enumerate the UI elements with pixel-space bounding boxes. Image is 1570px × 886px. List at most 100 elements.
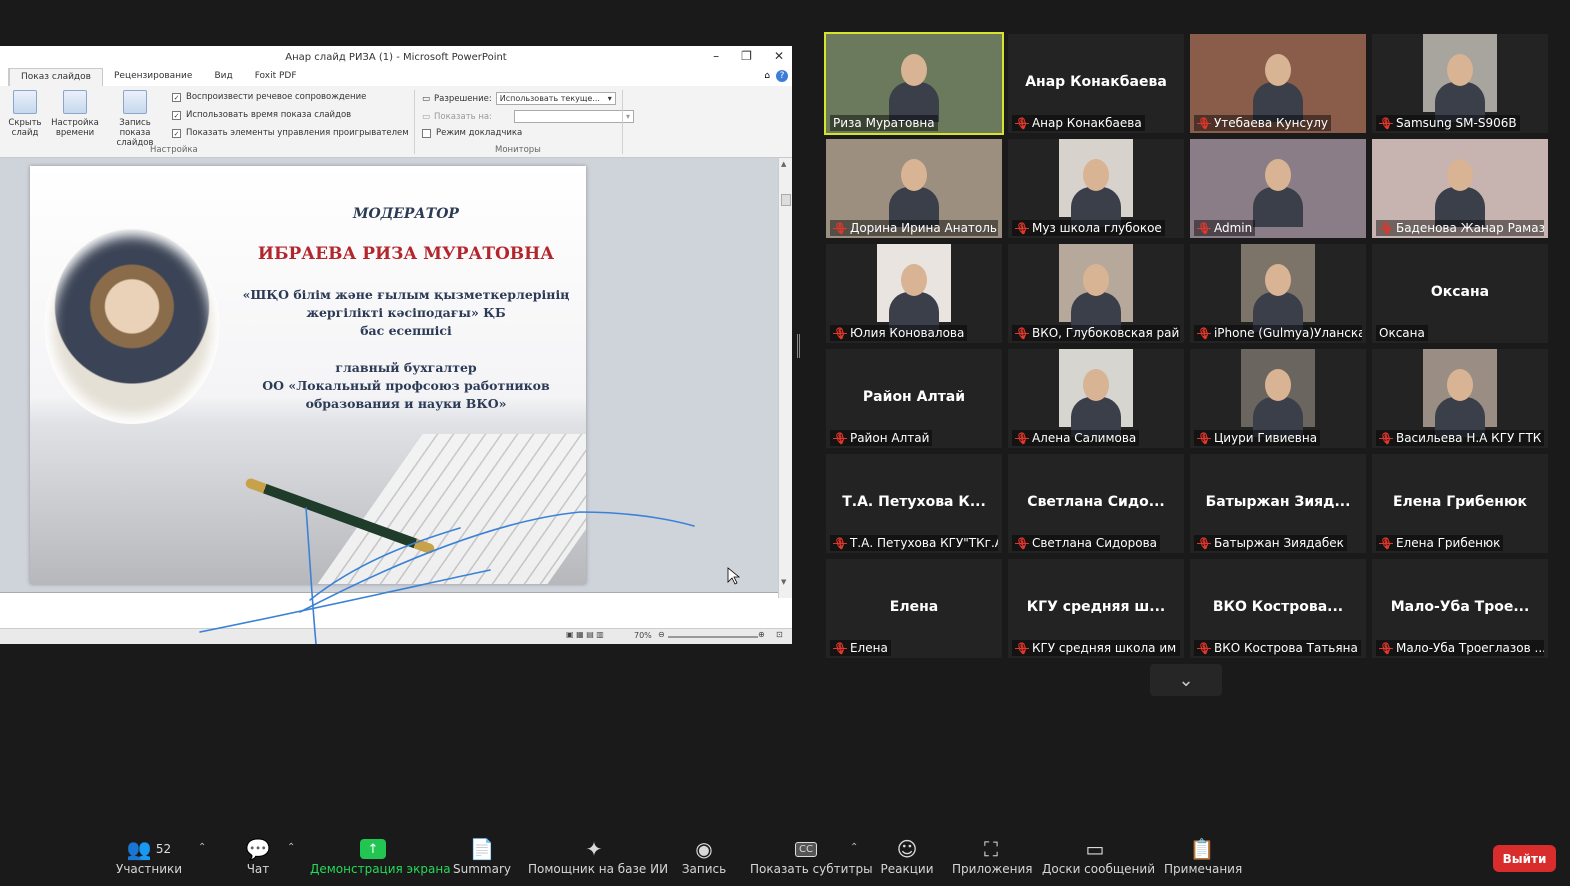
view-buttons[interactable]: ▣ ▦ ▤ ▥ bbox=[566, 630, 604, 639]
scroll-up-icon[interactable]: ▲ bbox=[781, 160, 786, 168]
summary-button[interactable]: 📄 Summary bbox=[452, 836, 512, 876]
notes-button[interactable]: 📋 Примечания bbox=[1164, 836, 1242, 876]
ai-companion-button[interactable]: ✦ Помощник на базе ИИ bbox=[528, 836, 668, 876]
hide-slide-button[interactable]: Скрыть слайд bbox=[0, 90, 52, 138]
checkbox-checked: ✓ bbox=[172, 110, 181, 120]
participant-tile[interactable]: Оксана Оксана bbox=[1372, 244, 1548, 343]
presenter-view-checkbox[interactable]: Режим докладчика bbox=[422, 128, 522, 138]
keyboard-image bbox=[317, 434, 586, 584]
vertical-scrollbar[interactable]: ▲ ▼ bbox=[778, 158, 792, 598]
narration-checkbox[interactable]: ✓ Воспроизвести речевое сопровождение bbox=[172, 92, 366, 102]
participant-tile[interactable]: 🎙︎ Баденова Жанар Рамаз... bbox=[1372, 139, 1548, 238]
participant-tile[interactable]: ВКО Кострова... 🎙︎ ВКО Кострова Татьяна bbox=[1190, 559, 1366, 658]
participant-name: Юлия Коновалова bbox=[849, 326, 965, 340]
participant-tile[interactable]: 🎙︎ Утебаева Кунсулу bbox=[1190, 34, 1366, 133]
participant-tile[interactable]: 🎙︎ Юлия Коновалова bbox=[826, 244, 1002, 343]
participant-tile[interactable]: Батыржан Зияд... 🎙︎ Батыржан Зиядабек bbox=[1190, 454, 1366, 553]
scroll-down-icon[interactable]: ▼ bbox=[781, 578, 786, 586]
participant-name-label: Оксана bbox=[1376, 325, 1428, 341]
participant-name: Алена Салимова bbox=[1031, 431, 1137, 445]
participant-face bbox=[1265, 264, 1291, 296]
record-button[interactable]: ◉ Запись bbox=[680, 836, 728, 876]
participant-tile[interactable]: КГУ средняя ш... 🎙︎ КГУ средняя школа им .… bbox=[1008, 559, 1184, 658]
minimize-icon[interactable]: – bbox=[713, 49, 719, 63]
captions-menu-caret-icon[interactable]: ⌃ bbox=[850, 842, 858, 853]
leave-meeting-button[interactable]: Выйти bbox=[1493, 845, 1556, 872]
shared-screen[interactable]: Анар слайд РИЗА (1) - Microsoft PowerPoi… bbox=[0, 46, 792, 644]
collapse-ribbon-icon[interactable]: ⌂ bbox=[764, 71, 770, 81]
share-screen-button[interactable]: ↑ Демонстрация экрана bbox=[310, 836, 451, 876]
slide[interactable]: МОДЕРАТОР ИБРАЕВА РИЗА МУРАТОВНА «ШҚО бі… bbox=[30, 166, 586, 584]
participant-name-label: 🎙︎ Батыржан Зиядабек bbox=[1194, 535, 1347, 551]
timings-checkbox[interactable]: ✓ Использовать время показа слайдов bbox=[172, 110, 351, 120]
participant-face bbox=[901, 54, 927, 86]
fit-window-icon[interactable]: ⊡ bbox=[776, 630, 783, 639]
participant-tile[interactable]: Елена 🎙︎ Елена bbox=[826, 559, 1002, 658]
notes-pane[interactable] bbox=[0, 592, 778, 628]
participants-menu-caret-icon[interactable]: ⌃ bbox=[198, 842, 206, 853]
mic-muted-icon: 🎙︎ bbox=[1197, 221, 1211, 235]
panel-splitter[interactable] bbox=[797, 334, 800, 358]
participant-name: Samsung SM-S906B bbox=[1395, 116, 1517, 130]
help-icon[interactable]: ? bbox=[776, 70, 788, 82]
participant-name: Мало-Уба Троеглазов ... bbox=[1395, 641, 1544, 655]
participant-tile[interactable]: 🎙︎ Васильева Н.А КГУ ГТК bbox=[1372, 349, 1548, 448]
participant-name: Дорина Ирина Анатоль... bbox=[849, 221, 998, 235]
tab-slideshow[interactable]: Показ слайдов bbox=[9, 68, 103, 86]
chat-button[interactable]: 💬 Чат bbox=[240, 836, 276, 876]
participant-tile[interactable]: Т.А. Петухова К... 🎙︎ Т.А. Петухова КГУ"ТК… bbox=[826, 454, 1002, 553]
participant-tile[interactable]: Анар Конакбаева 🎙︎ Анар Конакбаева bbox=[1008, 34, 1184, 133]
participant-tile[interactable]: 🎙︎ Дорина Ирина Анатоль... bbox=[826, 139, 1002, 238]
participant-tile[interactable]: Светлана Сидо... 🎙︎ Светлана Сидорова bbox=[1008, 454, 1184, 553]
tab-view[interactable]: Вид bbox=[203, 68, 243, 86]
close-icon[interactable]: ✕ bbox=[774, 49, 784, 63]
monitor-icon: ▭ bbox=[422, 111, 431, 122]
participant-video bbox=[877, 244, 951, 332]
restore-icon[interactable]: ❐ bbox=[741, 49, 752, 63]
slide-editing-area[interactable]: МОДЕРАТОР ИБРАЕВА РИЗА МУРАТОВНА «ШҚО бі… bbox=[0, 158, 778, 592]
participant-name-label: 🎙︎ Admin bbox=[1194, 220, 1256, 236]
ribbon: Скрыть слайд Настройка времени Запись по… bbox=[0, 86, 792, 158]
checkbox-unchecked bbox=[422, 128, 431, 138]
participant-video bbox=[1059, 244, 1133, 332]
mic-muted-icon: 🎙︎ bbox=[833, 641, 847, 655]
zoom-out-icon[interactable]: ⊖ bbox=[658, 630, 665, 639]
participant-tile[interactable]: 🎙︎ ВКО, Глубоковская рай... bbox=[1008, 244, 1184, 343]
participant-tile[interactable]: 🎙︎ iPhone (Gulmya)Уланска... bbox=[1190, 244, 1366, 343]
participant-tile[interactable]: 🎙︎ Samsung SM-S906B bbox=[1372, 34, 1548, 133]
scroll-thumb[interactable] bbox=[781, 194, 791, 206]
tab-review[interactable]: Рецензирование bbox=[103, 68, 203, 86]
zoom-slider[interactable] bbox=[668, 636, 758, 638]
participant-tile[interactable]: Риза Муратовна bbox=[824, 32, 1004, 135]
zoom-in-icon[interactable]: ⊕ bbox=[758, 630, 765, 639]
resolution-field[interactable]: ▭ Разрешение: Использовать текуще... bbox=[422, 92, 616, 105]
media-controls-checkbox[interactable]: ✓ Показать элементы управления проигрыва… bbox=[172, 128, 409, 138]
participant-tile[interactable]: Елена Грибенюк 🎙︎ Елена Грибенюк bbox=[1372, 454, 1548, 553]
apps-button[interactable]: ⛶ Приложения bbox=[952, 836, 1033, 876]
participant-tile[interactable]: Мало-Уба Трое... 🎙︎ Мало-Уба Троеглазов ..… bbox=[1372, 559, 1548, 658]
participant-name: Елена Грибенюк bbox=[1395, 536, 1501, 550]
participant-tile[interactable]: 🎙︎ Циури Гивиевна bbox=[1190, 349, 1366, 448]
gallery-next-page-button[interactable]: ⌄ bbox=[1150, 664, 1222, 696]
resolution-select[interactable]: Использовать текуще... bbox=[495, 92, 616, 105]
whiteboards-button[interactable]: ▭ Доски сообщений bbox=[1042, 836, 1155, 876]
participant-tile[interactable]: 🎙︎ Admin bbox=[1190, 139, 1366, 238]
rehearse-timings-button[interactable]: Настройка времени bbox=[48, 90, 102, 138]
participant-name: iPhone (Gulmya)Уланска... bbox=[1213, 326, 1362, 340]
participant-tile[interactable]: 🎙︎ Алена Салимова bbox=[1008, 349, 1184, 448]
participant-tile[interactable]: Район Алтай 🎙︎ Район Алтай bbox=[826, 349, 1002, 448]
chat-icon: 💬 bbox=[245, 837, 271, 861]
participant-tile[interactable]: 🎙︎ Муз школа глубокое bbox=[1008, 139, 1184, 238]
tab-previous[interactable] bbox=[0, 68, 9, 86]
reactions-button[interactable]: ☺ Реакции bbox=[880, 836, 934, 876]
chat-menu-caret-icon[interactable]: ⌃ bbox=[287, 842, 295, 853]
participants-button[interactable]: 👥 52 Участники bbox=[116, 836, 182, 876]
participant-name: Елена bbox=[849, 641, 888, 655]
group-label-setup: Настройка bbox=[150, 145, 198, 155]
share-screen-icon: ↑ bbox=[360, 839, 386, 859]
show-on-select bbox=[514, 110, 634, 123]
tab-foxit[interactable]: Foxit PDF bbox=[244, 68, 308, 86]
record-slideshow-button[interactable]: Запись показа слайдов bbox=[104, 90, 166, 148]
captions-button[interactable]: CC Показать субтитры bbox=[750, 836, 873, 876]
checkbox-checked: ✓ bbox=[172, 92, 181, 102]
